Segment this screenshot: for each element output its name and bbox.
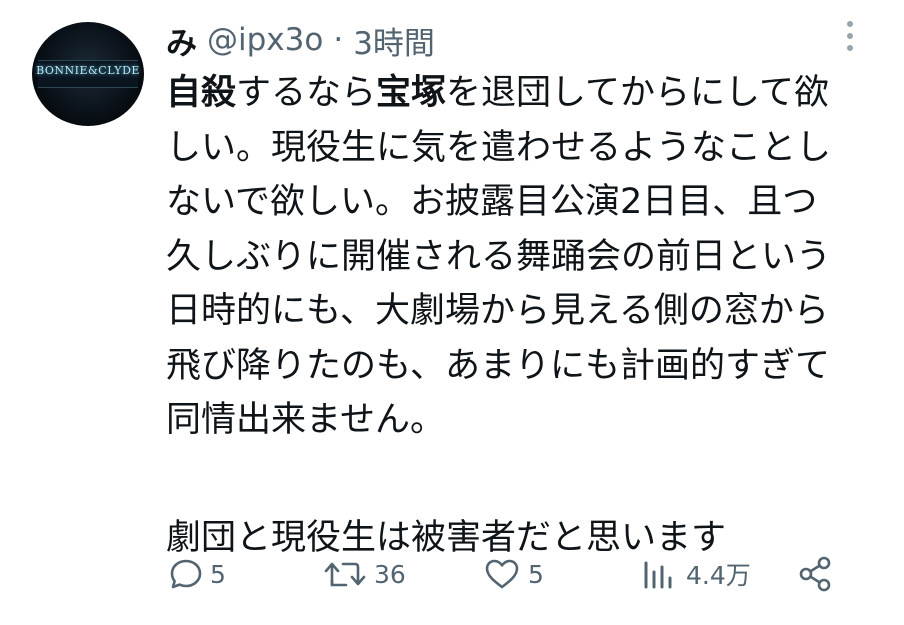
more-dot [847, 45, 853, 51]
tweet-line: 飛び降りたのも、あまりにも計画的すぎて [166, 345, 830, 386]
more-options-icon[interactable] [838, 18, 862, 54]
tweet-line: 日時的にも、大劇場から見える側の窓から [166, 291, 829, 331]
action-bar: 5 36 5 4.4万 [0, 548, 904, 600]
tweet-text-segment: するなら [236, 73, 377, 113]
more-dot [847, 33, 853, 39]
tweet-line: ないで欲しい。お披露目公演2日目、且つ [166, 182, 818, 222]
author-handle[interactable]: @ipx3o [207, 22, 323, 58]
tweet-line: 自殺するなら宝塚を退団してからにして欲 [166, 66, 886, 121]
like-button[interactable]: 5 [482, 548, 544, 600]
tweet-text: 自殺するなら宝塚を退団してからにして欲 しい。現役生に気を遣わせるようなことし … [166, 66, 886, 565]
avatar[interactable]: BONNIE&CLYDE [32, 22, 144, 126]
tweet-bold-word: 宝塚 [376, 73, 447, 113]
tweet-header: み @ipx3o · 3時間 [166, 18, 435, 62]
author-name[interactable]: み [166, 18, 197, 63]
reply-icon [170, 559, 202, 589]
more-dot [847, 21, 853, 27]
tweet-line: しい。現役生に気を遣わせるようなことし [166, 127, 832, 168]
views-count: 4.4万 [686, 561, 751, 590]
tweet-text-segment: を退団してからにして欲 [446, 73, 829, 113]
share-icon [799, 556, 831, 592]
tweet-line: 久しぶりに開催される舞踊会の前日という [166, 236, 832, 277]
views-button[interactable]: 4.4万 [640, 548, 751, 600]
retweet-icon [324, 562, 366, 587]
tweet-line: 同情出来ません。 [166, 400, 445, 440]
separator-dot: · [333, 22, 344, 58]
reply-button[interactable]: 5 [168, 548, 226, 600]
reply-count: 5 [210, 559, 226, 589]
heart-icon [485, 559, 519, 589]
retweet-count: 36 [374, 559, 406, 589]
timestamp[interactable]: 3時間 [353, 18, 435, 63]
tweet-bold-word: 自殺 [166, 73, 237, 113]
share-button[interactable] [796, 548, 836, 600]
like-count: 5 [528, 559, 544, 589]
avatar-logo-text: BONNIE&CLYDE [36, 64, 140, 77]
views-icon [644, 561, 672, 589]
retweet-button[interactable]: 36 [322, 548, 406, 600]
